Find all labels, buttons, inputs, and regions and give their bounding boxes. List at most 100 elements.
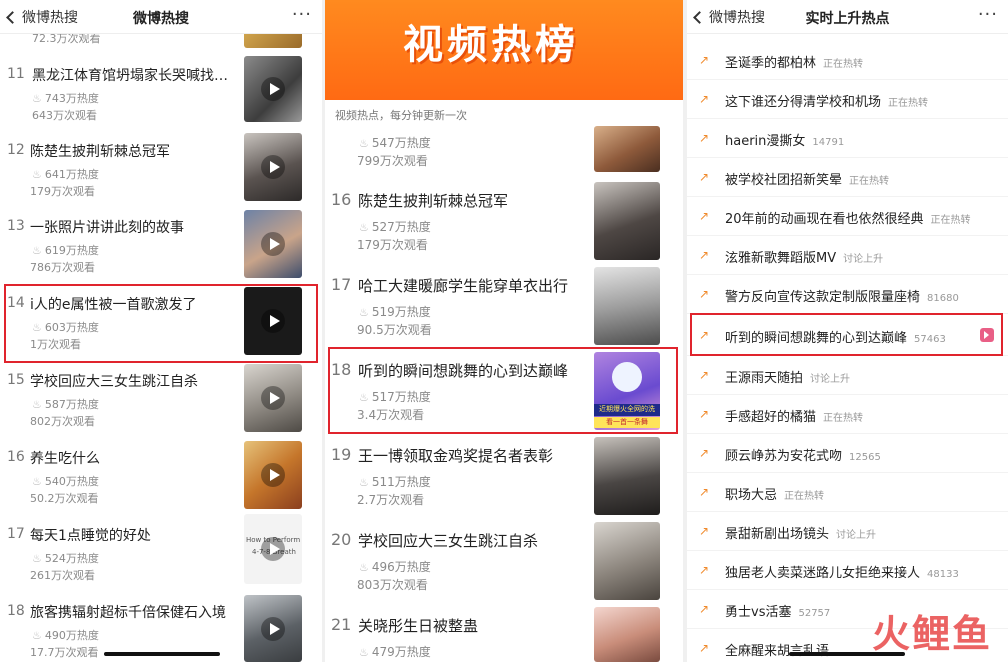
item-tag: 81680 — [927, 293, 959, 304]
play-icon — [261, 77, 285, 101]
item-views: 179万次观看 — [357, 238, 428, 252]
item-title[interactable]: 听到的瞬间想跳舞的心到达巅峰 — [358, 360, 588, 381]
item-title[interactable]: 养生吃什么 — [30, 448, 235, 468]
thumbnail-caption: 看一首一条舞 — [594, 417, 660, 428]
item-views: 179万次观看 — [30, 185, 95, 198]
back-label: 微博热搜 — [22, 10, 78, 26]
item-title: 勇士vs活塞 — [725, 605, 792, 620]
trend-up-icon: ↗ — [699, 407, 710, 421]
flame-icon: ♨ — [359, 306, 369, 319]
back-label: 微博热搜 — [709, 10, 765, 26]
video-thumbnail[interactable] — [594, 182, 660, 260]
item-title[interactable]: i人的e属性被一首歌激发了 — [30, 294, 235, 314]
item-heat: 547万热度 — [371, 136, 431, 150]
subtitle: 视频热点，每分钟更新一次 — [335, 109, 467, 122]
list-item[interactable]: ↗ 职场大忌 正在热转 — [687, 473, 1008, 512]
item-title[interactable]: 每天1点睡觉的好处 — [30, 525, 235, 545]
list-item[interactable]: ↗ 圣诞季的都柏林 正在热转 — [687, 41, 1008, 80]
video-thumbnail[interactable] — [244, 595, 302, 662]
list-item[interactable]: 15 学校回应大三女生跳江自杀 ♨ 587万热度 802万次观看 — [0, 364, 322, 441]
item-heat: 524万热度 — [44, 552, 99, 565]
rank-number: 17 — [7, 526, 25, 542]
list-item[interactable]: 20 学校回应大三女生跳江自杀 ♨ 496万热度 803万次观看 — [325, 520, 683, 605]
video-thumbnail[interactable] — [244, 287, 302, 355]
flame-icon: ♨ — [32, 321, 42, 334]
item-title[interactable]: 学校回应大三女生跳江自杀 — [30, 371, 235, 391]
flame-icon: ♨ — [359, 137, 369, 150]
more-icon[interactable]: ··· — [978, 4, 998, 25]
list-item[interactable]: ↗ 警方反向宣传这款定制版限量座椅 81680 — [687, 275, 1008, 314]
flame-icon: ♨ — [359, 221, 369, 234]
item-views: 1万次观看 — [30, 338, 81, 351]
video-thumbnail[interactable]: 近期爆火全网的洗 看一首一条舞 — [594, 352, 660, 430]
trend-up-icon: ↗ — [699, 209, 710, 223]
rank-number: 19 — [331, 445, 352, 464]
robot-icon — [612, 362, 642, 392]
list-item[interactable]: 13 一张照片讲讲此刻的故事 ♨ 619万热度 786万次观看 — [0, 210, 322, 287]
item-title[interactable]: 哈工大建暖廊学生能穿单衣出行 — [358, 275, 588, 296]
list-item[interactable]: ↗ 顾云峥苏为安花式吻 12565 — [687, 434, 1008, 473]
flame-icon: ♨ — [359, 646, 369, 659]
video-thumbnail[interactable] — [244, 133, 302, 201]
item-views: 786万次观看 — [30, 261, 95, 274]
list-item[interactable]: 18 听到的瞬间想跳舞的心到达巅峰 ♨ 517万热度 3.4万次观看 近期爆火全网… — [325, 350, 683, 435]
item-title[interactable]: 王一博领取金鸡奖提名者表彰 — [358, 445, 588, 466]
list-item[interactable]: 16 养生吃什么 ♨ 540万热度 50.2万次观看 — [0, 441, 322, 518]
item-heat: 490万热度 — [44, 629, 99, 642]
list-item[interactable]: ↗ 被学校社团招新笑晕 正在热转 — [687, 158, 1008, 197]
item-title[interactable]: 关晓彤生日被整蛊 — [358, 615, 588, 636]
list-item[interactable]: ↗ 独居老人卖菜迷路儿女拒绝来接人 48133 — [687, 551, 1008, 590]
video-thumbnail[interactable] — [244, 210, 302, 278]
item-title[interactable]: 一张照片讲讲此刻的故事 — [30, 217, 235, 237]
rank-number: 18 — [331, 360, 352, 379]
item-title[interactable]: 旅客携辐射超标千倍保健石入境 — [30, 602, 235, 622]
video-thumbnail[interactable] — [594, 607, 660, 662]
video-thumbnail[interactable] — [244, 56, 302, 122]
video-thumbnail[interactable] — [594, 126, 660, 172]
list-item[interactable]: ↗ 泫雅新歌舞蹈版MV 讨论上升 — [687, 236, 1008, 275]
trend-up-icon: ↗ — [699, 446, 710, 460]
video-thumbnail[interactable] — [594, 267, 660, 345]
item-title: 顾云峥苏为安花式吻 — [725, 449, 843, 464]
list-item[interactable]: 12 陈楚生披荆斩棘总冠军 ♨ 641万热度 179万次观看 — [0, 133, 322, 210]
header: 微博热搜 微博热搜 ··· — [0, 0, 322, 34]
item-title[interactable]: 黑龙江体育馆坍塌家长哭喊找… — [32, 65, 237, 85]
item-title[interactable]: 陈楚生披荆斩棘总冠军 — [30, 141, 235, 161]
list-item[interactable]: 14 i人的e属性被一首歌激发了 ♨ 603万热度 1万次观看 — [0, 287, 322, 364]
trend-up-icon: ↗ — [699, 368, 710, 382]
list-item[interactable]: 17 每天1点睡觉的好处 ♨ 524万热度 261万次观看 How to Perf… — [0, 514, 322, 595]
list-item[interactable]: 19 王一博领取金鸡奖提名者表彰 ♨ 511万热度 2.7万次观看 — [325, 435, 683, 520]
list-item[interactable]: 21 关晓彤生日被整蛊 ♨ 479万热度 — [325, 605, 683, 662]
item-tag: 讨论上升 — [843, 254, 884, 265]
item-tag: 57463 — [914, 334, 946, 345]
item-views: 643万次观看 — [32, 109, 97, 122]
trend-up-icon: ↗ — [699, 92, 710, 106]
item-tag: 12565 — [849, 452, 881, 463]
chevron-left-icon — [693, 11, 706, 24]
list-item[interactable]: 16 陈楚生披荆斩棘总冠军 ♨ 527万热度 179万次观看 — [325, 180, 683, 265]
item-title[interactable]: 陈楚生披荆斩棘总冠军 — [358, 190, 588, 211]
back-button[interactable]: 微博热搜 — [693, 7, 765, 27]
item-title: 王源雨天随拍 — [725, 371, 804, 386]
back-button[interactable]: 微博热搜 — [6, 7, 78, 27]
list-item[interactable]: ↗ 景甜新剧出场镜头 讨论上升 — [687, 512, 1008, 551]
video-thumbnail[interactable] — [244, 364, 302, 432]
list-item[interactable]: ↗ haerin漫撕女 14791 — [687, 119, 1008, 158]
trend-up-icon: ↗ — [699, 287, 710, 301]
more-icon[interactable]: ··· — [292, 4, 312, 25]
rank-number: 16 — [7, 449, 25, 465]
video-thumbnail[interactable] — [594, 437, 660, 515]
list-item[interactable]: ↗ 这下谁还分得清学校和机场 正在热转 — [687, 80, 1008, 119]
video-thumbnail[interactable] — [594, 522, 660, 600]
list-item[interactable]: 17 哈工大建暖廊学生能穿单衣出行 ♨ 519万热度 90.5万次观看 — [325, 265, 683, 350]
list-item[interactable]: ↗ 20年前的动画现在看也依然很经典 正在热转 — [687, 197, 1008, 236]
list-item[interactable]: 11 黑龙江体育馆坍塌家长哭喊找… ♨ 743万热度 643万次观看 — [0, 56, 322, 133]
video-thumbnail[interactable] — [244, 441, 302, 509]
list-item[interactable]: ↗ 听到的瞬间想跳舞的心到达巅峰 57463 — [687, 314, 1008, 356]
video-thumbnail[interactable]: How to Perform the 4-7-8 Breath — [244, 514, 302, 584]
item-title[interactable]: 学校回应大三女生跳江自杀 — [358, 530, 588, 551]
header: 微博热搜 实时上升热点 ··· — [687, 0, 1008, 34]
list-item[interactable]: ↗ 手感超好的橘猫 正在热转 — [687, 395, 1008, 434]
trend-up-icon: ↗ — [699, 641, 710, 655]
list-item[interactable]: ↗ 王源雨天随拍 讨论上升 — [687, 356, 1008, 395]
